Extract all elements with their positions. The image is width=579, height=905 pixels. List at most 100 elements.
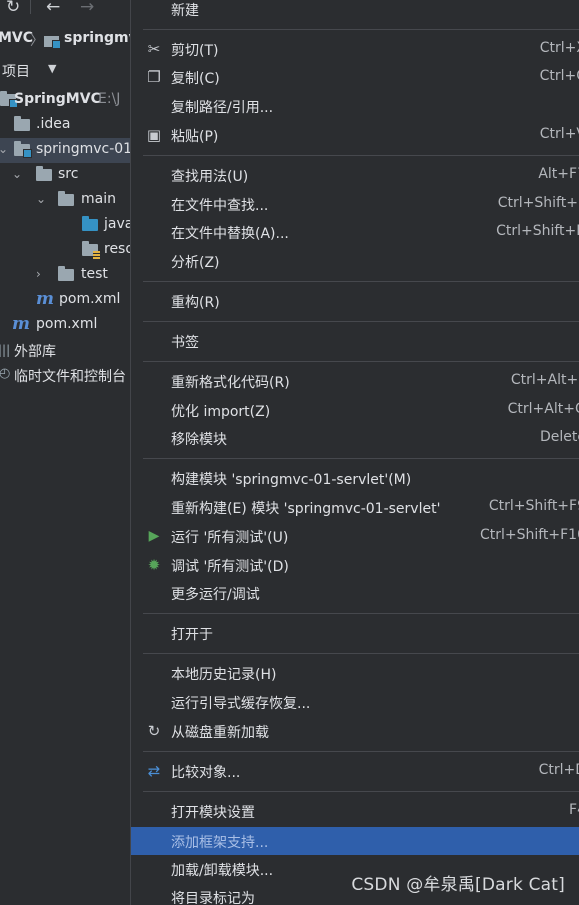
menu-item-shortcut: Ctrl+Shift+R (496, 223, 579, 239)
menu-item-more-run-debug[interactable]: 更多运行/调试 › (131, 579, 579, 607)
menu-item-copy-path[interactable]: 复制路径/引用... (131, 92, 579, 120)
tree-item-main[interactable]: ⌄ main (0, 188, 132, 213)
chevron-down-icon: ⌄ (12, 167, 23, 181)
tree-item-label: 外部库 (14, 344, 56, 360)
menu-item-shortcut: Ctrl+Shift+F10 (479, 527, 579, 543)
menu-item-find-in-files[interactable]: 在文件中查找... Ctrl+Shift+F (131, 190, 579, 218)
tree-item-idea[interactable]: .idea (0, 113, 132, 138)
tree-item-label: pom.xml (36, 316, 98, 332)
menu-item-label: 移除模块 (171, 432, 227, 448)
menu-item-label: 重新构建(E) 模块 'springmvc-01-servlet' (171, 501, 441, 517)
menu-item-label: 查找用法(U) (171, 169, 249, 185)
chevron-down-icon: ⌄ (36, 192, 47, 206)
menu-separator (143, 155, 579, 156)
resources-folder-icon (82, 241, 100, 259)
tree-item-scratches[interactable]: ◴ 临时文件和控制台 (0, 363, 132, 388)
menu-item-analyze[interactable]: 分析(Z) › (131, 247, 579, 275)
menu-item-reformat-code[interactable]: 重新格式化代码(R) Ctrl+Alt+L (131, 367, 579, 395)
chevron-down-icon: ▼ (48, 62, 57, 75)
menu-item-shortcut: Ctrl+Alt+O (507, 401, 579, 417)
menu-separator (143, 613, 579, 614)
menu-separator (143, 791, 579, 792)
tree-item-label: src (58, 166, 79, 182)
watermark: CSDN @牟泉禹[Dark Cat] (351, 875, 565, 895)
breadcrumb: MVC 〉 springmvc (0, 27, 132, 51)
tree-item-root-pom[interactable]: m pom.xml (0, 313, 132, 338)
menu-item-label: 剪切(T) (171, 43, 219, 59)
tree-item-label: pom.xml (59, 291, 121, 307)
menu-item-shortcut: Ctrl+C (539, 68, 579, 84)
menu-item-shortcut: Ctrl+Alt+L (510, 372, 579, 388)
menu-item-optimize-imports[interactable]: 优化 import(Z) Ctrl+Alt+O (131, 396, 579, 424)
menu-item-run-all-tests[interactable]: ▶ 运行 '所有测试'(U) Ctrl+Shift+F10 (131, 522, 579, 550)
sync-icon[interactable]: ↻ (6, 0, 20, 17)
menu-item-add-framework-support[interactable]: 添加框架支持... (131, 827, 579, 855)
scissors-icon: ✂ (147, 40, 161, 58)
menu-item-guided-cache-recovery[interactable]: 运行引导式缓存恢复... (131, 688, 579, 716)
menu-item-remove-module[interactable]: 移除模块 Delete (131, 424, 579, 452)
tree-item-label: SpringMVC (14, 91, 101, 107)
menu-separator (143, 281, 579, 282)
tree-item-module[interactable]: ⌄ springmvc-01 (0, 138, 132, 163)
menu-item-debug-all-tests[interactable]: ✹ 调试 '所有测试'(D) (131, 551, 579, 579)
menu-item-replace-in-files[interactable]: 在文件中替换(A)... Ctrl+Shift+R (131, 218, 579, 246)
ide-window: ↻ ← → MVC 〉 springmvc 项目 ▼ SpringMVC E:\… (0, 0, 579, 905)
project-pane: ↻ ← → MVC 〉 springmvc 项目 ▼ SpringMVC E:\… (0, 0, 132, 905)
menu-item-reload-from-disk[interactable]: ↻ 从磁盘重新加载 (131, 717, 579, 745)
menu-item-local-history[interactable]: 本地历史记录(H) › (131, 659, 579, 687)
context-menu: 新建 › ✂ 剪切(T) Ctrl+X ❐ 复制(C) Ctrl+C 复制路径/… (130, 0, 579, 905)
menu-item-label: 重新格式化代码(R) (171, 375, 290, 391)
tree-item-project-root[interactable]: SpringMVC E:\J (0, 88, 132, 113)
tree-item-path: E:\J (98, 91, 121, 107)
menu-item-build-module[interactable]: 构建模块 'springmvc-01-servlet'(M) (131, 464, 579, 492)
menu-item-shortcut: F4 (569, 802, 579, 818)
menu-item-label: 在文件中替换(A)... (171, 226, 289, 242)
project-view-label: 项目 (2, 64, 30, 80)
breadcrumb-module[interactable]: springmvc (64, 30, 132, 46)
maven-icon: m (12, 314, 30, 334)
menu-item-cut[interactable]: ✂ 剪切(T) Ctrl+X (131, 35, 579, 63)
menu-item-label: 更多运行/调试 (171, 587, 260, 603)
project-view-selector[interactable]: 项目 ▼ (0, 59, 132, 83)
forward-arrow-icon[interactable]: → (80, 0, 94, 17)
menu-item-open-in[interactable]: 打开于 › (131, 619, 579, 647)
menu-separator (143, 321, 579, 322)
menu-item-label: 粘贴(P) (171, 129, 219, 145)
tree-item-label: java (104, 216, 132, 232)
menu-item-copy[interactable]: ❐ 复制(C) Ctrl+C (131, 63, 579, 91)
menu-item-open-module-settings[interactable]: 打开模块设置 F4 (131, 797, 579, 825)
tree-item-test[interactable]: › test (0, 263, 132, 288)
tree-item-external-libraries[interactable]: ||| 外部库 (0, 338, 132, 363)
module-folder-icon (14, 141, 32, 158)
menu-item-label: 构建模块 'springmvc-01-servlet'(M) (171, 472, 412, 488)
menu-item-label: 分析(Z) (171, 255, 220, 271)
menu-item-label: 优化 import(Z) (171, 404, 271, 420)
module-folder-icon (44, 36, 61, 49)
tree-item-module-pom[interactable]: m pom.xml (0, 288, 132, 313)
back-arrow-icon[interactable]: ← (46, 0, 60, 17)
menu-item-paste[interactable]: ▣ 粘贴(P) Ctrl+V (131, 121, 579, 149)
tree-item-src[interactable]: ⌄ src (0, 163, 132, 188)
toolbar-divider (30, 0, 31, 14)
tree-item-java[interactable]: java (0, 213, 132, 238)
menu-item-bookmarks[interactable]: 书签 › (131, 327, 579, 355)
reload-icon: ↻ (147, 722, 161, 740)
menu-item-rebuild-module[interactable]: 重新构建(E) 模块 'springmvc-01-servlet' Ctrl+S… (131, 493, 579, 521)
menu-item-find-usages[interactable]: 查找用法(U) Alt+F7 (131, 161, 579, 189)
folder-icon (14, 116, 30, 131)
menu-item-label: 新建 (171, 3, 199, 19)
run-icon: ▶ (148, 528, 160, 544)
menu-separator (143, 458, 579, 459)
menu-item-refactor[interactable]: 重构(R) › (131, 287, 579, 315)
folder-icon (58, 266, 74, 281)
maven-icon: m (36, 289, 54, 309)
copy-icon: ❐ (147, 68, 161, 86)
menu-item-new[interactable]: 新建 › (131, 0, 579, 23)
folder-icon (58, 191, 74, 206)
tree-item-resources[interactable]: reso (0, 238, 132, 263)
breadcrumb-root[interactable]: MVC (0, 30, 33, 46)
menu-item-shortcut: Ctrl+D (538, 762, 579, 778)
menu-item-label: 将目录标记为 (171, 891, 255, 905)
menu-item-compare-with[interactable]: ⇄ 比较对象... Ctrl+D (131, 757, 579, 785)
menu-item-label: 运行引导式缓存恢复... (171, 696, 311, 712)
